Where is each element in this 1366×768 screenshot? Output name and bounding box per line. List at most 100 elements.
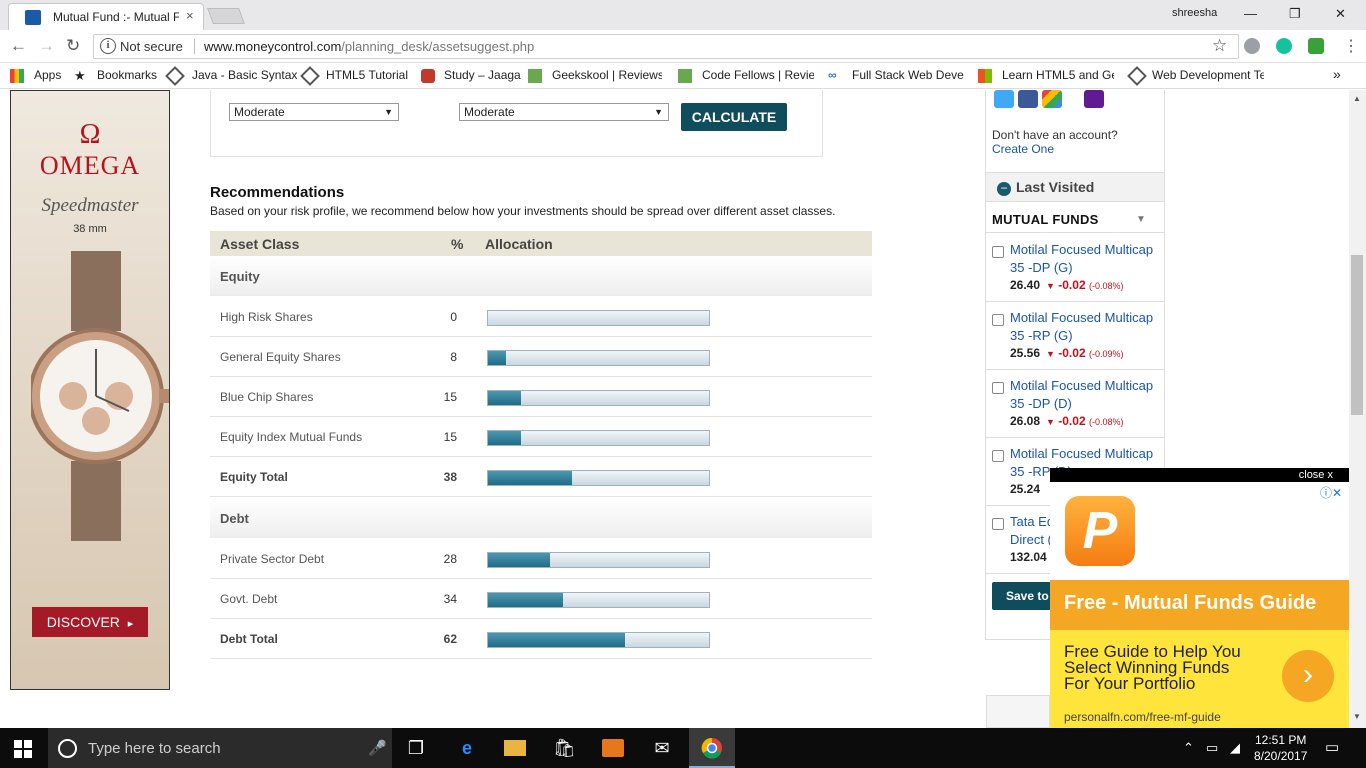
bookmark-html5[interactable]: HTML5 Tutorial: [326, 68, 408, 82]
fund-name-line2[interactable]: 35 -RP (G): [1010, 328, 1073, 343]
grammarly-icon[interactable]: [1276, 38, 1292, 54]
mutual-funds-dropdown[interactable]: MUTUAL FUNDS ▼: [986, 205, 1164, 233]
scroll-down-icon[interactable]: ▼: [1353, 712, 1361, 721]
fund-name[interactable]: Motilal Focused Multicap: [1010, 446, 1153, 461]
adchoices-icon[interactable]: ⓘ✕: [1320, 484, 1342, 501]
fund-name[interactable]: Tata Eq: [1010, 514, 1054, 529]
header-allocation: Allocation: [485, 236, 553, 252]
bookmark-fullstack[interactable]: Full Stack Web Devel: [852, 68, 964, 82]
table-row: Private Sector Debt 28: [210, 539, 872, 579]
fund-checkbox[interactable]: [992, 518, 1004, 530]
down-arrow-icon: ▼: [1046, 349, 1055, 359]
windows-start-icon[interactable]: [14, 740, 32, 758]
bookmark-learn-html5[interactable]: Learn HTML5 and Ge: [1002, 68, 1114, 82]
microphone-icon[interactable]: 🎤: [368, 739, 387, 757]
recommendations-title: Recommendations: [210, 184, 345, 201]
info-icon[interactable]: i: [100, 38, 116, 54]
twitter-icon[interactable]: [994, 90, 1014, 108]
tab-close-icon[interactable]: ×: [186, 8, 194, 23]
apps-grid-icon[interactable]: [10, 69, 24, 83]
ad-go-arrow-icon[interactable]: ›: [1282, 650, 1334, 702]
maximize-button[interactable]: ❐: [1289, 6, 1301, 22]
collapse-icon[interactable]: −: [997, 182, 1011, 196]
bookmark-jaaga[interactable]: Study – Jaaga: [444, 68, 521, 82]
fund-name-line2[interactable]: 35 -DP (G): [1010, 260, 1073, 275]
fund-name[interactable]: Motilal Focused Multicap: [1010, 242, 1153, 257]
chrome-taskbar-button[interactable]: [689, 728, 735, 768]
scrollbar-thumb[interactable]: [1351, 255, 1363, 415]
close-window-button[interactable]: ✕: [1335, 6, 1346, 22]
ad-headline: Free - Mutual Funds Guide: [1064, 592, 1317, 614]
omega-advertisement[interactable]: Ω OMEGA Speedmaster 38 mm DISCOVER ▸: [10, 90, 170, 690]
store-icon[interactable]: 🛍: [553, 738, 576, 758]
list-item[interactable]: Motilal Focused Multicap 35 -DP (D) 26.08 ▼…: [986, 370, 1164, 438]
url-text[interactable]: www.moneycontrol.com/planning_desk/asset…: [204, 39, 534, 54]
risk-select-1[interactable]: Moderate ▼: [229, 103, 399, 121]
asset-class-name: General Equity Shares: [220, 350, 341, 364]
save-to-button[interactable]: Save to: [992, 582, 1056, 610]
show-hidden-icons[interactable]: ⌃: [1183, 740, 1194, 756]
cors-extension-icon[interactable]: [1308, 38, 1324, 54]
file-explorer-icon[interactable]: [504, 740, 526, 756]
profile-name[interactable]: shreesha: [1172, 7, 1217, 19]
wifi-icon[interactable]: ◢: [1230, 740, 1240, 756]
page-scrollbar[interactable]: ▲ ▼: [1349, 90, 1366, 728]
reload-button[interactable]: ↻: [66, 36, 80, 56]
chevron-down-icon[interactable]: ▼: [1136, 214, 1146, 225]
bookmark-apps[interactable]: Apps: [34, 68, 61, 82]
address-separator: [194, 39, 195, 54]
facebook-icon[interactable]: [1018, 90, 1038, 108]
fund-checkbox[interactable]: [992, 314, 1004, 326]
calculate-button[interactable]: CALCULATE: [681, 103, 787, 131]
taskbar-clock[interactable]: 12:51 PM 8/20/2017: [1254, 732, 1307, 764]
ad-close-button[interactable]: close x: [1299, 468, 1333, 482]
edge-icon[interactable]: e: [456, 738, 478, 758]
yahoo-icon[interactable]: [1084, 90, 1104, 108]
list-item[interactable]: Motilal Focused Multicap 35 -DP (G) 26.40 ▼…: [986, 234, 1164, 302]
address-bar[interactable]: i Not secure www.moneycontrol.com/planni…: [93, 34, 1239, 59]
google-icon[interactable]: [1042, 90, 1062, 108]
mutual-funds-guide-ad[interactable]: ⓘ✕ P Free - Mutual Funds Guide Free Guid…: [1050, 482, 1349, 728]
browser-tab[interactable]: Mutual Fund :- Mutual Fu ×: [8, 3, 204, 30]
bookmark-java[interactable]: Java - Basic Syntax: [192, 68, 297, 82]
list-item[interactable]: Motilal Focused Multicap 35 -RP (G) 25.56 ▼…: [986, 302, 1164, 370]
allocation-percent: 34: [443, 592, 457, 606]
action-center-icon[interactable]: ▭: [1325, 738, 1339, 756]
media-player-icon[interactable]: [602, 739, 624, 757]
codepen-icon: [1127, 66, 1147, 86]
scroll-up-icon[interactable]: ▲: [1353, 94, 1361, 103]
back-button[interactable]: ←: [10, 36, 27, 56]
fund-name-line2[interactable]: Direct (: [1010, 532, 1052, 547]
omega-size: 38 mm: [73, 223, 107, 235]
allocation-percent: 15: [443, 390, 457, 404]
more-bookmarks-button[interactable]: »: [1333, 66, 1341, 82]
extension-icon[interactable]: [1244, 38, 1260, 54]
asset-group-header: Debt: [210, 498, 872, 538]
fund-checkbox[interactable]: [992, 246, 1004, 258]
last-visited-header[interactable]: − Last Visited: [986, 172, 1164, 202]
ad-url[interactable]: personalfn.com/free-mf-guide: [1064, 710, 1221, 724]
create-account-link[interactable]: Create One: [992, 142, 1054, 156]
task-view-icon[interactable]: ❐: [405, 738, 427, 758]
fund-checkbox[interactable]: [992, 382, 1004, 394]
fund-name[interactable]: Motilal Focused Multicap: [1010, 310, 1153, 325]
taskbar-search[interactable]: Type here to search 🎤: [48, 728, 392, 768]
bookmark-webdev[interactable]: Web Development Te: [1152, 68, 1264, 82]
fund-checkbox[interactable]: [992, 450, 1004, 462]
discover-button[interactable]: DISCOVER ▸: [32, 607, 148, 637]
fund-name[interactable]: Motilal Focused Multicap: [1010, 378, 1153, 393]
mail-icon[interactable]: ✉: [651, 738, 673, 758]
fund-name-line2[interactable]: 35 -DP (D): [1010, 396, 1072, 411]
not-secure-label[interactable]: Not secure: [120, 39, 183, 54]
chrome-menu-icon[interactable]: ⋮: [1343, 36, 1359, 56]
battery-icon[interactable]: ▭: [1206, 740, 1218, 756]
bookmark-bookmarks[interactable]: Bookmarks: [97, 68, 157, 82]
minimize-button[interactable]: —: [1244, 6, 1257, 21]
forward-button[interactable]: →: [38, 36, 55, 56]
new-tab-button[interactable]: [207, 8, 245, 24]
bookmark-star-icon[interactable]: ☆: [1212, 36, 1227, 56]
bookmark-codefellows[interactable]: Code Fellows | Review: [702, 68, 814, 82]
bookmark-geekskool[interactable]: Geekskool | Reviews,: [552, 68, 662, 82]
down-arrow-icon: ▼: [1046, 281, 1055, 291]
risk-select-2[interactable]: Moderate ▼: [459, 103, 669, 121]
